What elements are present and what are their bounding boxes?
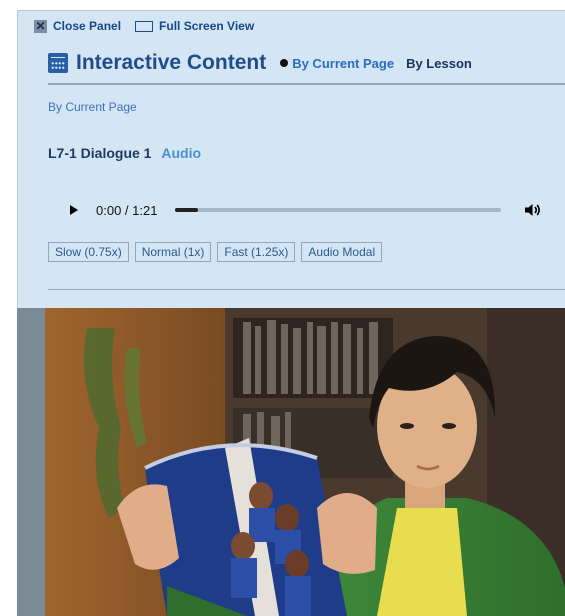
video-frame[interactable]	[17, 308, 565, 616]
slow-speed-button[interactable]: Slow (0.75x)	[48, 242, 129, 262]
speed-controls: Slow (0.75x) Normal (1x) Fast (1.25x) Au…	[48, 242, 388, 262]
interactive-content-panel: ✕ Close Panel Full Screen View Interacti…	[17, 10, 565, 308]
audio-link[interactable]: Audio	[161, 145, 201, 161]
header-divider	[48, 83, 565, 85]
video-still	[17, 308, 565, 616]
radio-selected-icon[interactable]	[280, 59, 289, 67]
close-panel-button[interactable]: Close Panel	[53, 19, 121, 33]
section-label: By Current Page	[48, 100, 137, 114]
audio-modal-button[interactable]: Audio Modal	[301, 242, 383, 262]
close-icon[interactable]: ✕	[34, 19, 47, 33]
calendar-icon	[48, 53, 68, 73]
panel-header: Interactive Content By Current Page By L…	[48, 51, 472, 75]
normal-speed-button[interactable]: Normal (1x)	[134, 242, 212, 262]
tab-by-lesson[interactable]: By Lesson	[406, 56, 472, 71]
play-icon[interactable]	[70, 205, 78, 215]
full-screen-view-button[interactable]: Full Screen View	[159, 19, 254, 33]
panel-toolbar: ✕ Close Panel Full Screen View	[34, 19, 254, 33]
time-display: 0:00 / 1:21	[96, 202, 158, 218]
lesson-row: L7-1 Dialogue 1 Audio	[48, 145, 201, 161]
tab-by-current-page[interactable]: By Current Page	[292, 56, 394, 71]
fullscreen-icon[interactable]	[135, 20, 154, 32]
audio-player: 0:00 / 1:21	[70, 200, 565, 220]
volume-icon[interactable]	[525, 203, 541, 217]
lesson-title: L7-1 Dialogue 1	[48, 145, 152, 161]
progress-bar[interactable]	[175, 208, 502, 212]
section-divider	[48, 289, 565, 290]
progress-fill	[175, 208, 199, 212]
page-title: Interactive Content	[76, 51, 267, 74]
fast-speed-button[interactable]: Fast (1.25x)	[217, 242, 296, 262]
